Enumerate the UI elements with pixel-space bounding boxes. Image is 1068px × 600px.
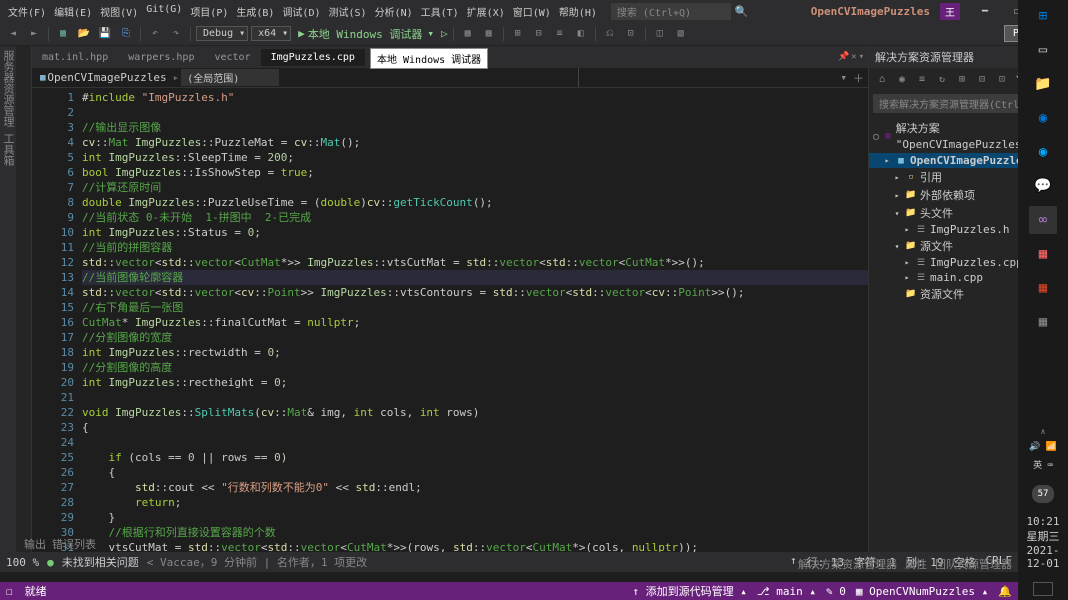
redo-icon[interactable]: ↷: [167, 25, 185, 43]
explorer-icon[interactable]: 📁: [1029, 70, 1057, 98]
dropdown-icon[interactable]: ▾: [859, 52, 864, 62]
app-icon[interactable]: ▦: [1029, 240, 1057, 268]
menu-扩展(X)[interactable]: 扩展(X): [463, 2, 509, 21]
menu-窗口(W)[interactable]: 窗口(W): [509, 2, 555, 21]
left-toolwindow-tabs[interactable]: 服务器资源管理工具箱: [0, 46, 16, 554]
search-icon[interactable]: 🔍: [735, 5, 749, 18]
tool-icon[interactable]: ⊞: [953, 70, 971, 88]
zoom-level[interactable]: 100 %: [6, 556, 39, 569]
tool-icon[interactable]: ⊡: [993, 70, 1011, 88]
tb-icon[interactable]: ◧: [572, 25, 590, 43]
tb-icon[interactable]: ⎌: [601, 25, 619, 43]
tb-icon[interactable]: ⊡: [622, 25, 640, 43]
menu-视图(V)[interactable]: 视图(V): [96, 2, 142, 21]
notif-icon[interactable]: [1033, 582, 1053, 596]
tb-icon[interactable]: ⊟: [530, 25, 548, 43]
tab-vector[interactable]: vector: [204, 49, 260, 66]
clock[interactable]: 10:21 星期三 2021-12-01: [1018, 509, 1068, 576]
tb-icon[interactable]: ▧: [672, 25, 690, 43]
tb-icon[interactable]: ≡: [551, 25, 569, 43]
wechat-icon[interactable]: 💬: [1029, 172, 1057, 200]
home-icon[interactable]: ⌂: [873, 70, 891, 88]
menu-编辑(E)[interactable]: 编辑(E): [50, 2, 96, 21]
tb-icon[interactable]: ▦: [459, 25, 477, 43]
close-tab-icon[interactable]: ✕: [851, 52, 856, 62]
tab-ImgPuzzles.cpp[interactable]: ImgPuzzles.cpp: [261, 49, 365, 66]
minimize-button[interactable]: ━: [970, 6, 1000, 17]
collapsed-panel[interactable]: [16, 46, 32, 554]
bc-project[interactable]: ▦OpenCVImagePuzzles: [36, 70, 171, 85]
pin-icon[interactable]: 📌: [838, 52, 849, 62]
menu-帮助(H)[interactable]: 帮助(H): [555, 2, 601, 21]
run-noDebug-icon[interactable]: ▷: [441, 27, 448, 40]
output-tab[interactable]: 输出: [24, 536, 46, 554]
saveall-icon[interactable]: ⎘: [117, 25, 135, 43]
vs-icon[interactable]: ∞: [1029, 206, 1057, 234]
tooltip: 本地 Windows 调试器: [370, 48, 488, 69]
rtab[interactable]: 团队资源管理器: [935, 556, 1012, 572]
bell-icon[interactable]: 🔔: [998, 585, 1012, 598]
windows-taskbar: ⊞ ▭ 📁 ◉ ◉ 💬 ∞ ▦ ▦ ▦ ∧ 🔊 📶 英 ⌨ 57 10:21 星…: [1018, 0, 1068, 600]
undo-icon[interactable]: ↶: [146, 25, 164, 43]
refresh-icon[interactable]: ↻: [933, 70, 951, 88]
tool-icon[interactable]: ≡: [913, 70, 931, 88]
menu-分析(N)[interactable]: 分析(N): [371, 2, 417, 21]
forward-icon[interactable]: ►: [25, 25, 43, 43]
menu-项目(P)[interactable]: 项目(P): [186, 2, 232, 21]
win-start-icon[interactable]: ⊞: [1029, 2, 1057, 30]
open-icon[interactable]: 📂: [75, 25, 93, 43]
title-bar: 文件(F)编辑(E)视图(V)Git(G)项目(P)生成(B)调试(D)测试(S…: [0, 0, 1068, 22]
tool-icon[interactable]: ◉: [893, 70, 911, 88]
user-badge[interactable]: 王: [940, 3, 960, 20]
breadcrumb: ▦OpenCVImagePuzzles ▸ (全局范围) ▾ ＋: [32, 68, 868, 88]
menu-工具(T)[interactable]: 工具(T): [417, 2, 463, 21]
tb-icon[interactable]: ▦: [480, 25, 498, 43]
rtab[interactable]: 解决方案资源管理器: [798, 556, 897, 572]
bc-dropdown-icon[interactable]: ▾: [840, 71, 847, 84]
repo-name[interactable]: ▦ OpenCVNumPuzzles ▴: [856, 585, 988, 598]
save-icon[interactable]: 💾: [96, 25, 114, 43]
errors-tab[interactable]: 错误列表: [52, 536, 96, 554]
app-icon[interactable]: ▦: [1029, 308, 1057, 336]
search-box[interactable]: 搜索 (Ctrl+Q): [611, 3, 731, 20]
tb-icon[interactable]: ◫: [651, 25, 669, 43]
taskview-icon[interactable]: ▭: [1029, 36, 1057, 64]
menu-生成(B)[interactable]: 生成(B): [232, 2, 278, 21]
edge-icon[interactable]: ◉: [1029, 104, 1057, 132]
rtab[interactable]: 属性: [905, 556, 927, 572]
run-button[interactable]: ▶本地 Windows 调试器▾: [294, 25, 438, 43]
menu-Git(G)[interactable]: Git(G): [142, 2, 186, 21]
project-name: OpenCVImagePuzzles: [811, 5, 930, 18]
edge2-icon[interactable]: ◉: [1029, 138, 1057, 166]
menu-测试(S)[interactable]: 测试(S): [325, 2, 371, 21]
menu-文件(F)[interactable]: 文件(F): [4, 2, 50, 21]
tab-mat.inl.hpp[interactable]: mat.inl.hpp: [32, 49, 118, 66]
tb-icon[interactable]: ⊞: [509, 25, 527, 43]
ready-icon: ☐: [6, 585, 13, 598]
code-editor[interactable]: 1234567891011121314151617181920212223242…: [32, 88, 868, 554]
notification-count[interactable]: 57: [1032, 485, 1054, 503]
back-icon[interactable]: ◄: [4, 25, 22, 43]
repo-icon[interactable]: ⎇ main ▴: [757, 585, 816, 598]
menu-调试(D)[interactable]: 调试(D): [278, 2, 324, 21]
tool-icon[interactable]: ⊟: [973, 70, 991, 88]
add-icon[interactable]: ＋: [853, 70, 864, 86]
platform-dropdown[interactable]: x64: [251, 26, 291, 41]
new-icon[interactable]: ▦: [54, 25, 72, 43]
ppt-icon[interactable]: ▦: [1029, 274, 1057, 302]
bottom-bar: ☐ 就绪 ↑ 添加到源代码管理 ▴ ⎇ main ▴ ✎ 0 ▦ OpenCVN…: [0, 582, 1018, 600]
tab-warpers.hpp[interactable]: warpers.hpp: [118, 49, 204, 66]
config-dropdown[interactable]: Debug: [196, 26, 248, 41]
bc-scope-dropdown[interactable]: (全局范围): [181, 69, 279, 86]
toolbar: ◄ ► ▦ 📂 💾 ⎘ ↶ ↷ Debug x64 ▶本地 Windows 调试…: [0, 22, 1068, 46]
